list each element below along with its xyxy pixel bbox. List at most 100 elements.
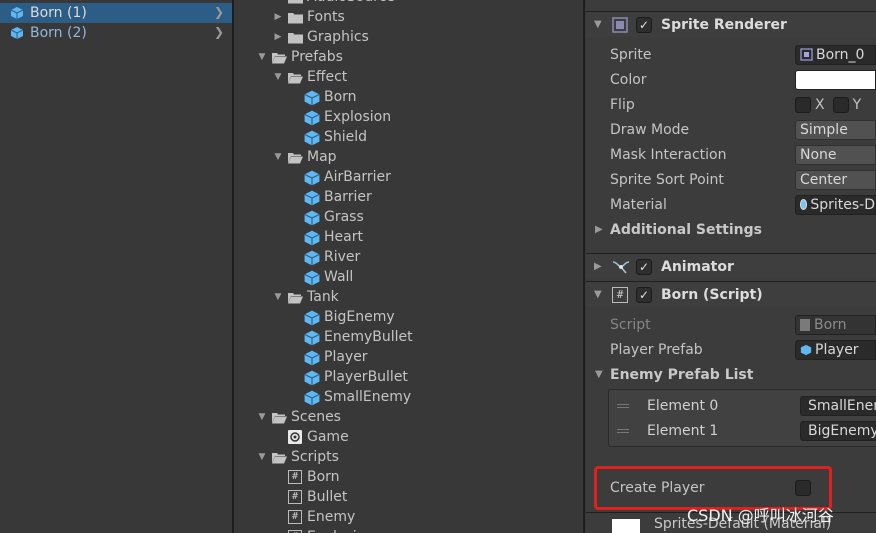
collapsed-triangle-icon[interactable]: ▶	[594, 261, 602, 272]
prefab-cube-icon	[304, 250, 320, 266]
project-item-prefab[interactable]: Player	[304, 347, 368, 367]
component-title: Born (Script)	[661, 286, 763, 303]
expand-triangle-icon[interactable]: ▼	[594, 19, 602, 30]
expand-triangle-icon[interactable]: ▼	[272, 292, 284, 302]
project-item-prefab[interactable]: Wall	[304, 267, 353, 287]
field-label: Sprite	[610, 46, 652, 63]
script-hash-icon: #	[288, 510, 302, 524]
draw-mode-dropdown[interactable]: Simple	[795, 119, 876, 140]
collapsed-triangle-icon[interactable]: ▶	[272, 12, 284, 22]
element-object-field[interactable]: BigEnemy	[800, 420, 876, 441]
project-item-prefab[interactable]: Heart	[304, 227, 363, 247]
mask-interaction-dropdown[interactable]: None	[795, 144, 876, 165]
material-preview-swatch	[612, 519, 640, 533]
born-script-header[interactable]: ▼ # ✓ Born (Script)	[586, 281, 876, 307]
sprite-renderer-header[interactable]: ▼ ✓ Sprite Renderer	[586, 11, 876, 37]
project-item-label: Born	[307, 469, 340, 485]
color-swatch[interactable]	[795, 69, 876, 90]
project-item-folder-closed[interactable]: ▶ AudioSource	[272, 0, 395, 7]
project-item-prefab[interactable]: PlayerBullet	[304, 367, 408, 387]
project-item-folder-open[interactable]: ▼ Prefabs	[256, 47, 343, 67]
project-panel: ▶ AudioSource ▶ Fonts ▶ Graphics ▼ Prefabs ▼ Effe…	[234, 0, 583, 533]
watermark: CSDN @呼叫冰河谷	[687, 506, 834, 525]
hierarchy-item-born-1[interactable]: Born (1) ❯	[0, 3, 232, 23]
mask-interaction-field: Mask Interaction None	[586, 142, 876, 167]
flip-y-label: Y	[852, 96, 862, 113]
field-label: Material	[610, 196, 667, 213]
project-item-prefab[interactable]: Shield	[304, 127, 367, 147]
project-item-folder-open[interactable]: ▼ Scripts	[256, 447, 339, 467]
drag-handle-icon[interactable]	[617, 429, 629, 433]
project-item-script[interactable]: #Explosion	[288, 527, 374, 533]
list-element[interactable]: Element 1 BigEnemy	[609, 418, 876, 443]
project-item-script[interactable]: # Born	[288, 467, 340, 487]
project-item-label: Map	[307, 149, 337, 165]
project-item-scene[interactable]: Game	[288, 427, 349, 447]
folder-open-icon	[272, 412, 287, 423]
project-item-label: SmallEnemy	[324, 389, 412, 405]
flip-y-checkbox[interactable]	[832, 96, 849, 113]
hierarchy-item-born-2[interactable]: Born (2) ❯	[0, 23, 232, 43]
collapsed-triangle-icon[interactable]: ▶	[272, 0, 284, 2]
field-label: Script	[610, 316, 651, 333]
prefab-cube-icon	[304, 370, 320, 386]
project-item-folder-open[interactable]: ▼ Map	[272, 147, 337, 167]
project-item-prefab[interactable]: BigEnemy	[304, 307, 395, 327]
enemy-prefab-list-foldout[interactable]: ▼ Enemy Prefab List	[586, 362, 876, 387]
flip-x-checkbox[interactable]	[795, 96, 811, 113]
project-item-label: Enemy	[307, 509, 356, 525]
project-item-prefab[interactable]: River	[304, 247, 360, 267]
folder-open-icon	[288, 292, 303, 303]
expand-triangle-icon[interactable]: ▼	[256, 452, 268, 462]
expand-triangle-icon[interactable]: ▼	[256, 52, 268, 62]
folder-open-icon	[272, 52, 287, 63]
project-item-folder-closed[interactable]: ▶ Fonts	[272, 7, 345, 27]
project-item-label: Scripts	[291, 449, 339, 465]
project-item-prefab[interactable]: Barrier	[304, 187, 372, 207]
project-item-prefab[interactable]: AirBarrier	[304, 167, 391, 187]
folder-open-icon	[288, 72, 303, 83]
expand-triangle-icon[interactable]: ▼	[594, 289, 602, 300]
project-item-prefab[interactable]: EnemyBullet	[304, 327, 413, 347]
project-item-label: Wall	[324, 269, 354, 285]
field-label: Flip	[610, 96, 635, 113]
script-object-field: Born	[795, 314, 876, 335]
player-prefab-field: Player Prefab Player	[586, 337, 876, 362]
component-enabled-checkbox[interactable]: ✓	[636, 286, 652, 303]
project-item-prefab[interactable]: Explosion	[304, 107, 391, 127]
player-prefab-object-field[interactable]: Player	[795, 339, 876, 360]
project-item-label: Tank	[307, 289, 339, 305]
element-label: Element 1	[647, 422, 719, 439]
sort-point-dropdown[interactable]: Center	[795, 169, 876, 190]
project-item-script[interactable]: # Bullet	[288, 487, 347, 507]
project-item-prefab[interactable]: SmallEnemy	[304, 387, 411, 407]
expand-triangle-icon[interactable]: ▼	[256, 412, 268, 422]
material-value: Sprites-D	[810, 196, 875, 213]
expand-triangle-icon[interactable]: ▼	[272, 72, 284, 82]
animator-header[interactable]: ▶ ✓ Animator	[586, 253, 876, 279]
project-item-folder-closed[interactable]: ▶ Graphics	[272, 27, 369, 47]
component-enabled-checkbox[interactable]: ✓	[636, 258, 652, 275]
project-item-script[interactable]: # Enemy	[288, 507, 355, 527]
prefab-cube-icon	[304, 270, 320, 286]
project-item-folder-open[interactable]: ▼ Scenes	[256, 407, 341, 427]
chevron-right-icon[interactable]: ❯	[214, 5, 224, 19]
list-element[interactable]: Element 0 SmallEnemy	[609, 393, 876, 418]
additional-settings-foldout[interactable]: ▶ Additional Settings	[586, 217, 876, 242]
element-object-field[interactable]: SmallEnemy	[800, 395, 876, 416]
unity-scene-icon	[288, 430, 302, 444]
chevron-right-icon[interactable]: ❯	[214, 25, 224, 39]
prefab-cube-icon	[304, 310, 320, 326]
project-item-prefab[interactable]: Grass	[304, 207, 364, 227]
collapsed-triangle-icon[interactable]: ▶	[595, 224, 603, 235]
collapsed-triangle-icon[interactable]: ▶	[272, 32, 284, 42]
expand-triangle-icon[interactable]: ▼	[595, 369, 603, 380]
project-item-folder-open[interactable]: ▼ Tank	[272, 287, 339, 307]
drag-handle-icon[interactable]	[617, 404, 629, 408]
expand-triangle-icon[interactable]: ▼	[272, 152, 284, 162]
material-object-field[interactable]: Sprites-D	[795, 194, 876, 215]
project-item-folder-open[interactable]: ▼ Effect	[272, 67, 348, 87]
sprite-object-field[interactable]: Born_0	[795, 44, 876, 65]
component-enabled-checkbox[interactable]: ✓	[636, 16, 652, 33]
project-item-prefab[interactable]: Born	[304, 87, 357, 107]
